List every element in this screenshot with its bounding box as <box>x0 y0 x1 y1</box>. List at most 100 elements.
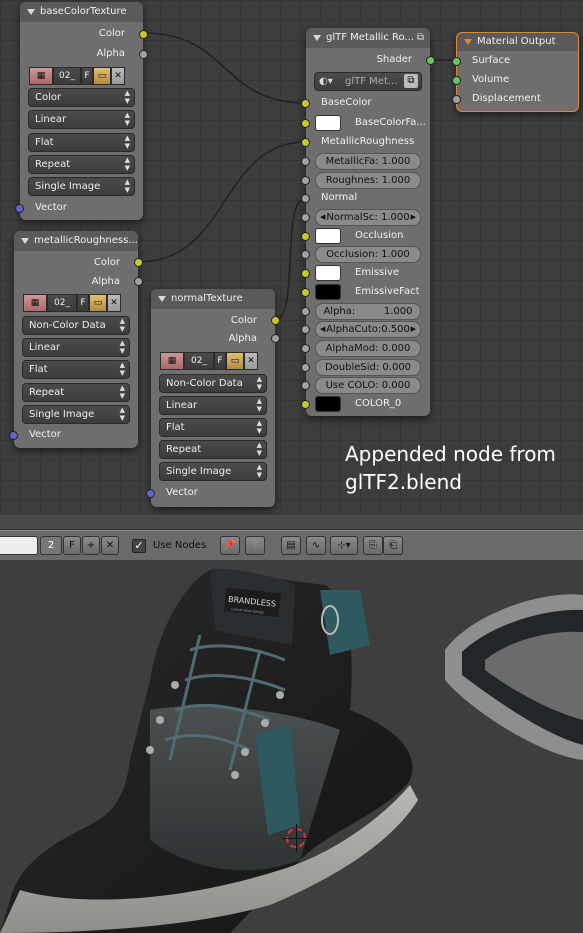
output-shader-socket[interactable] <box>426 56 435 65</box>
output-color-socket[interactable] <box>271 316 280 325</box>
input-metallicroughness-socket[interactable] <box>301 138 310 147</box>
backdrop-icon[interactable]: ▤ <box>281 536 301 555</box>
image-browse-icon[interactable]: ▦ <box>29 67 53 85</box>
input-normal-socket[interactable] <box>301 194 310 203</box>
input-color0-socket[interactable] <box>301 400 310 409</box>
input-alphacutoff-socket[interactable] <box>301 325 310 334</box>
input-normalscale-socket[interactable] <box>301 213 310 222</box>
image-selector[interactable]: ▦ 02_ F ▭ ✕ <box>160 352 258 370</box>
input-displacement-socket[interactable] <box>452 95 461 104</box>
decrement-arrow-icon[interactable]: ◀ <box>320 322 325 337</box>
input-emissive-socket[interactable] <box>301 269 310 278</box>
copy-nodes-icon[interactable]: ⎘ <box>363 536 383 555</box>
input-emissivefactor-socket[interactable] <box>301 288 310 297</box>
input-doublesided-socket[interactable] <box>301 363 310 372</box>
metallicfactor-field[interactable]: MetallicFa: 1.000 <box>315 153 421 170</box>
node-base-color-texture[interactable]: baseColorTexture Color Alpha ▦ 02_ F ▭ ✕… <box>15 2 148 220</box>
collapse-icon[interactable] <box>313 35 321 41</box>
parent-node-icon[interactable]: ⇧ <box>245 536 265 555</box>
collapse-icon[interactable] <box>158 296 166 302</box>
group-edit-icon[interactable]: ⧉ <box>417 28 424 48</box>
collapse-icon[interactable] <box>464 39 472 45</box>
input-roughnessfactor-socket[interactable] <box>301 176 310 185</box>
use-nodes-checkbox[interactable]: ✓ <box>132 539 146 553</box>
input-metallicfactor-socket[interactable] <box>301 157 310 166</box>
input-basecolor-socket[interactable] <box>301 99 310 108</box>
open-image-icon[interactable]: ▭ <box>226 352 244 370</box>
occlusion-swatch[interactable] <box>315 228 341 244</box>
3d-cursor-icon[interactable] <box>282 824 310 852</box>
collapse-icon[interactable] <box>21 238 29 244</box>
roughnessfactor-field[interactable]: Roughnes: 1.000 <box>315 172 421 189</box>
input-occlusion-socket[interactable] <box>301 232 310 241</box>
image-selector[interactable]: ▦ 02_ F ▭ ✕ <box>29 67 125 85</box>
color-space-dropdown[interactable]: Non-Color Data ▲ ▼ <box>159 374 267 393</box>
node-header[interactable]: normalTexture <box>151 289 275 309</box>
alpha-field[interactable]: Alpha: 1.000 <box>315 303 421 320</box>
node-editor[interactable]: baseColorTexture Color Alpha ▦ 02_ F ▭ ✕… <box>0 0 583 515</box>
input-vector-socket[interactable] <box>146 489 155 498</box>
collapse-icon[interactable] <box>27 9 35 15</box>
image-browse-icon[interactable]: ▦ <box>160 352 184 370</box>
image-selector[interactable]: ▦ 02_ F ▭ ✕ <box>23 294 121 312</box>
area-divider[interactable] <box>0 515 583 530</box>
input-volume-socket[interactable] <box>452 76 461 85</box>
projection-dropdown[interactable]: Flat ▲ ▼ <box>28 133 135 152</box>
emissive-swatch[interactable] <box>315 265 341 281</box>
node-metallic-roughness-texture[interactable]: metallicRoughness... Color Alpha ▦ 02_ F… <box>9 231 143 448</box>
basecolorfactor-swatch[interactable] <box>315 115 341 131</box>
extension-dropdown[interactable]: Repeat ▲ ▼ <box>28 155 135 174</box>
node-group-selector[interactable]: ◐▾ glTF Met... ⧉ <box>314 72 422 91</box>
image-name-field[interactable]: 02_ <box>184 352 214 370</box>
output-alpha-socket[interactable] <box>134 277 143 286</box>
snap-element-icon[interactable]: ⊹▾ <box>330 536 358 555</box>
source-dropdown[interactable]: Single Image ▲ ▼ <box>159 462 267 481</box>
emissivefactor-swatch[interactable] <box>315 284 341 300</box>
fake-user-button[interactable]: F <box>63 536 81 555</box>
input-occlusionfactor-socket[interactable] <box>301 250 310 259</box>
increment-arrow-icon[interactable]: ▶ <box>411 210 416 225</box>
usecolor0-field[interactable]: Use COLO: 0.000 <box>315 377 421 394</box>
node-material-output[interactable]: Material Output Surface Volume Displacem… <box>452 32 579 112</box>
node-header[interactable]: metallicRoughness... <box>14 231 138 251</box>
alphamode-field[interactable]: AlphaMod: 0.000 <box>315 340 421 357</box>
image-name-field[interactable]: 02_ <box>53 67 81 85</box>
add-material-icon[interactable]: + <box>82 536 100 555</box>
input-vector-socket[interactable] <box>15 204 24 213</box>
material-name-field[interactable] <box>0 536 38 555</box>
projection-dropdown[interactable]: Flat ▲ ▼ <box>159 418 267 437</box>
3d-viewport[interactable]: BRANDLESS casual shoe design <box>0 560 583 933</box>
interpolation-dropdown[interactable]: Linear ▲ ▼ <box>159 396 267 415</box>
input-alphamode-socket[interactable] <box>301 344 310 353</box>
projection-dropdown[interactable]: Flat ▲ ▼ <box>22 360 130 379</box>
output-color-socket[interactable] <box>139 30 148 39</box>
color-space-dropdown[interactable]: Color ▲ ▼ <box>28 88 135 107</box>
fake-user-icon[interactable]: ⧉ <box>404 74 418 88</box>
interpolation-dropdown[interactable]: Linear ▲ ▼ <box>28 110 135 129</box>
doublesided-field[interactable]: DoubleSid: 0.000 <box>315 359 421 376</box>
unlink-image-icon[interactable]: ✕ <box>111 67 125 85</box>
output-alpha-socket[interactable] <box>139 50 148 59</box>
input-surface-socket[interactable] <box>452 57 461 66</box>
color-space-dropdown[interactable]: Non-Color Data ▲ ▼ <box>22 316 130 335</box>
extension-dropdown[interactable]: Repeat ▲ ▼ <box>159 440 267 459</box>
decrement-arrow-icon[interactable]: ◀ <box>320 210 325 225</box>
node-header[interactable]: Material Output <box>457 33 578 51</box>
input-usecolor0-socket[interactable] <box>301 381 310 390</box>
unlink-material-icon[interactable]: ✕ <box>101 536 119 555</box>
source-dropdown[interactable]: Single Image ▲ ▼ <box>22 405 130 424</box>
user-count-field[interactable]: 2 <box>40 536 62 555</box>
input-vector-socket[interactable] <box>9 431 18 440</box>
fake-user-button[interactable]: F <box>214 352 226 370</box>
fake-user-button[interactable]: F <box>81 67 93 85</box>
node-normal-texture[interactable]: normalTexture Color Alpha ▦ 02_ F ▭ ✕ No… <box>146 289 280 507</box>
image-browse-icon[interactable]: ▦ <box>23 294 47 312</box>
unlink-image-icon[interactable]: ✕ <box>244 352 258 370</box>
color0-swatch[interactable] <box>315 396 341 412</box>
pin-icon[interactable]: 📌 <box>220 536 240 555</box>
increment-arrow-icon[interactable]: ▶ <box>411 322 416 337</box>
extension-dropdown[interactable]: Repeat ▲ ▼ <box>22 383 130 402</box>
node-header[interactable]: baseColorTexture <box>20 2 143 22</box>
fake-user-button[interactable]: F <box>77 294 89 312</box>
normalscale-field[interactable]: ◀ NormalSc: 1.000 ▶ <box>315 209 421 226</box>
